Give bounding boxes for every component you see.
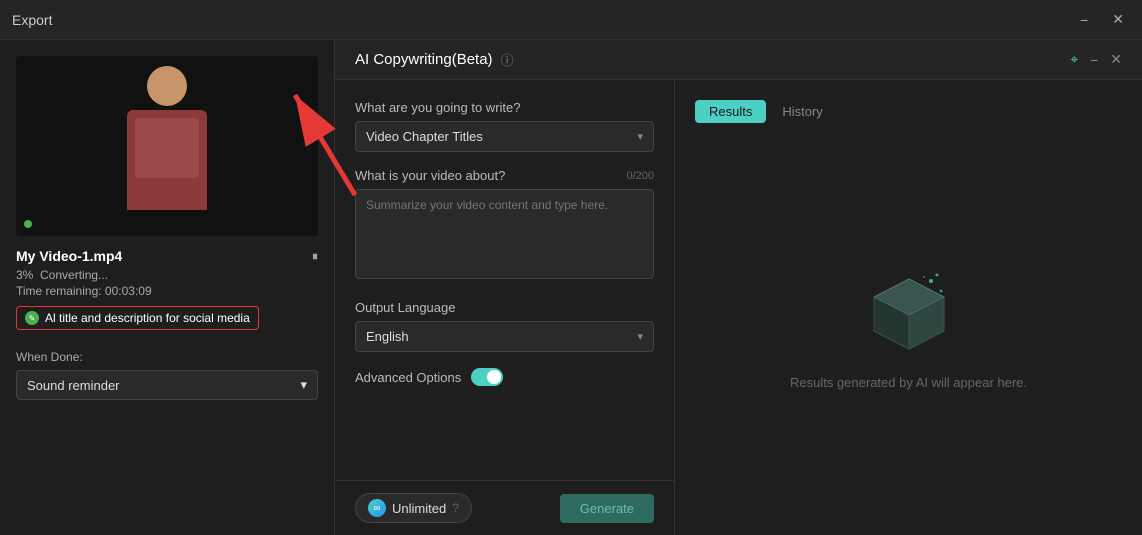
video-name-row: My Video-1.mp4 ⏸ (16, 248, 318, 264)
generate-button[interactable]: Generate (560, 494, 654, 523)
unlimited-badge[interactable]: ∞ Unlimited ? (355, 493, 472, 523)
results-tabs: Results History (695, 100, 1122, 123)
language-value: English (366, 329, 409, 344)
language-chevron: ▾ (637, 330, 643, 343)
export-topbar: Export − ✕ (0, 0, 1142, 40)
ai-minimize-button[interactable]: − (1090, 52, 1098, 68)
tab-results[interactable]: Results (695, 100, 766, 123)
when-done-section: When Done: Sound reminder ▾ (16, 350, 318, 400)
person-head (147, 66, 187, 106)
progress-dot (24, 220, 32, 228)
person-body (127, 110, 207, 210)
advanced-toggle[interactable] (471, 368, 503, 386)
export-title: Export (12, 12, 52, 28)
when-done-select[interactable]: Sound reminder ▾ (16, 370, 318, 400)
right-panel: AI Copywriting(Beta) ⓘ ⌖ − ✕ What are yo… (335, 40, 1142, 535)
box-illustration (859, 269, 959, 359)
minimize-button[interactable]: − (1074, 9, 1094, 30)
video-progress: 3% Converting... (16, 268, 318, 282)
pause-button[interactable]: ⏸ (312, 249, 318, 264)
about-textarea[interactable] (355, 189, 654, 279)
advanced-options-row: Advanced Options (355, 368, 654, 386)
person-figure (117, 66, 217, 226)
ai-help-icon[interactable]: ⓘ (501, 50, 514, 69)
about-label: What is your video about? (355, 168, 505, 183)
char-count: 0/200 (626, 170, 654, 182)
when-done-chevron: ▾ (300, 377, 307, 393)
ai-panel-title: AI Copywriting(Beta) (355, 51, 493, 68)
write-type-group: What are you going to write? Video Chapt… (355, 100, 654, 152)
language-group: Output Language English ▾ (355, 300, 654, 352)
ai-header-controls: ⌖ − ✕ (1070, 51, 1122, 68)
write-type-label: What are you going to write? (355, 100, 654, 115)
video-info: My Video-1.mp4 ⏸ 3% Converting... Time r… (16, 248, 318, 330)
ai-badge-label: Al title and description for social medi… (45, 311, 250, 325)
write-type-chevron: ▾ (637, 130, 643, 143)
video-filename: My Video-1.mp4 (16, 248, 122, 264)
tab-history[interactable]: History (782, 100, 822, 123)
ai-content: What are you going to write? Video Chapt… (335, 80, 1142, 535)
advanced-label: Advanced Options (355, 370, 461, 385)
ai-header: AI Copywriting(Beta) ⓘ ⌖ − ✕ (335, 40, 1142, 80)
about-group: What is your video about? 0/200 (355, 168, 654, 284)
ai-results: Results History (675, 80, 1142, 535)
results-empty-text: Results generated by AI will appear here… (790, 375, 1027, 390)
main-container: My Video-1.mp4 ⏸ 3% Converting... Time r… (0, 40, 1142, 535)
when-done-value: Sound reminder (27, 378, 120, 393)
pin-button[interactable]: ⌖ (1070, 51, 1078, 68)
toggle-knob (487, 370, 501, 384)
video-time: Time remaining: 00:03:09 (16, 284, 318, 298)
results-empty: Results generated by AI will appear here… (695, 143, 1122, 515)
ai-header-left: AI Copywriting(Beta) ⓘ (355, 50, 514, 69)
unlimited-help-icon[interactable]: ? (452, 501, 459, 515)
left-panel: My Video-1.mp4 ⏸ 3% Converting... Time r… (0, 40, 335, 535)
ai-form-container: What are you going to write? Video Chapt… (335, 80, 675, 535)
ai-badge[interactable]: ✎ Al title and description for social me… (16, 306, 259, 330)
write-type-select[interactable]: Video Chapter Titles ▾ (355, 121, 654, 152)
ai-form: What are you going to write? Video Chapt… (335, 80, 675, 406)
export-controls: − ✕ (1074, 9, 1130, 30)
when-done-label: When Done: (16, 350, 318, 364)
unlimited-label: Unlimited (392, 501, 446, 516)
write-type-value: Video Chapter Titles (366, 129, 483, 144)
ai-icon: ✎ (25, 311, 39, 325)
ai-close-button[interactable]: ✕ (1110, 51, 1122, 68)
language-label: Output Language (355, 300, 654, 315)
unlimited-icon: ∞ (368, 499, 386, 517)
video-preview (16, 56, 318, 236)
close-button[interactable]: ✕ (1106, 9, 1130, 30)
ai-form-footer: ∞ Unlimited ? Generate (335, 480, 674, 535)
textarea-container (355, 189, 654, 284)
language-select[interactable]: English ▾ (355, 321, 654, 352)
